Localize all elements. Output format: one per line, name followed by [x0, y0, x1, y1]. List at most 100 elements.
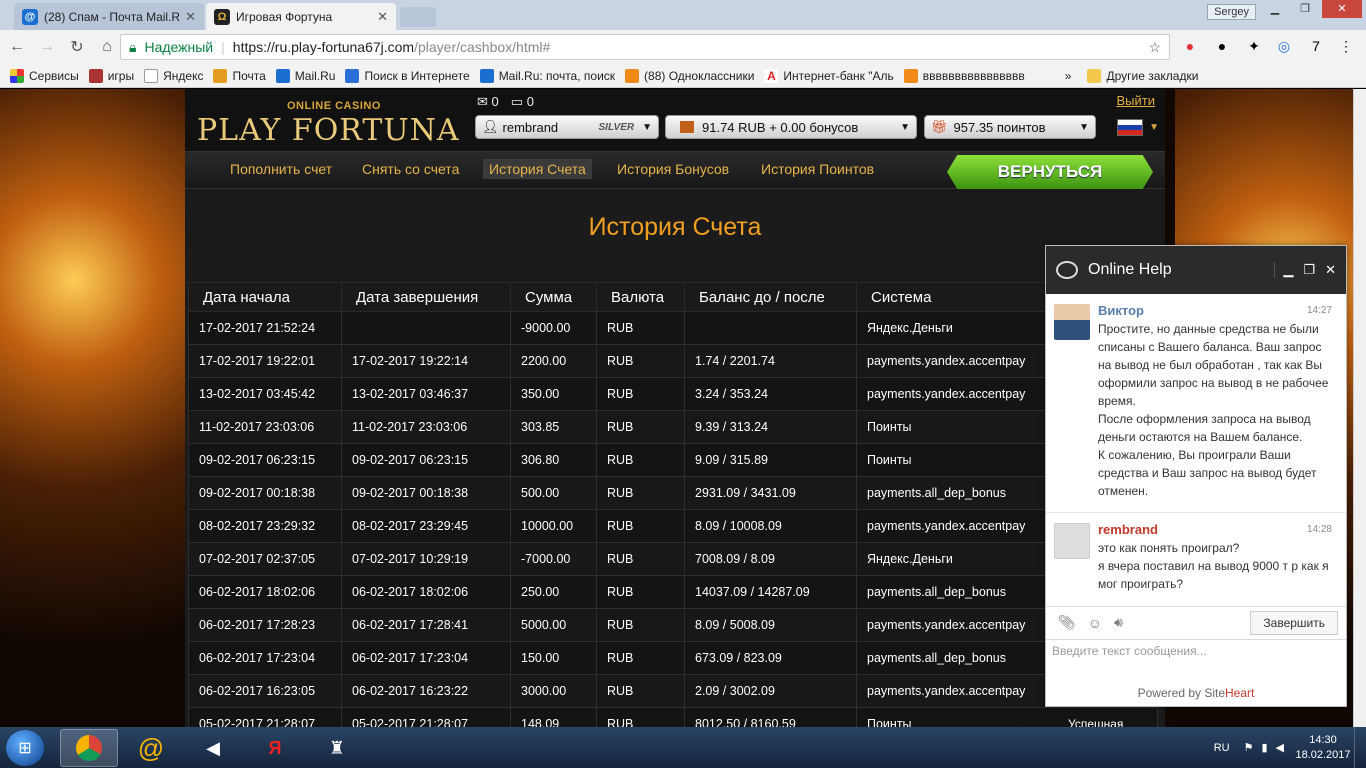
table-cell: 673.09 / 823.09: [684, 641, 857, 675]
bookmark-mailru-search[interactable]: Mail.Ru: почта, поиск: [479, 68, 615, 83]
table-cell: 500.00: [510, 476, 597, 510]
user-dropdown[interactable]: 👤︎ rembrand SILVER ▼: [475, 115, 659, 139]
bookmark-games[interactable]: игры: [88, 68, 134, 83]
nav-points-history[interactable]: История Поинтов: [761, 161, 874, 177]
extension-7-icon[interactable]: 7: [1306, 36, 1326, 56]
bookmark-ok-2[interactable]: вввввввввввввввв: [903, 68, 1049, 83]
message-author: Виктор: [1098, 303, 1144, 318]
taskbar: ⊞ @ ◀ Я ♜ RU ⚑ ▮ ◀ 14:30 18.02.2017: [0, 727, 1366, 768]
speaker-icon[interactable]: ◀: [1276, 741, 1284, 754]
tools-icon[interactable]: ✦: [1244, 36, 1264, 56]
start-button[interactable]: ⊞: [6, 730, 44, 766]
tab-fortuna[interactable]: Ω Игровая Фортуна ✕: [206, 3, 396, 30]
bookmark-mail[interactable]: Почта: [213, 68, 266, 83]
language-flag-icon[interactable]: [1117, 119, 1143, 136]
nav-deposit[interactable]: Пополнить счет: [230, 161, 332, 177]
sync-icon[interactable]: ◎: [1274, 36, 1294, 56]
forward-icon[interactable]: →: [34, 38, 60, 56]
sound-icon[interactable]: 🔊︎: [1114, 614, 1123, 631]
logout-link[interactable]: Выйти: [1117, 93, 1156, 108]
table-cell: RUB: [596, 476, 685, 510]
other-bookmarks[interactable]: Другие закладки: [1087, 68, 1198, 83]
chat-messages[interactable]: Виктор 14:27 Простите, но данные средств…: [1046, 294, 1346, 602]
bookmark-bank[interactable]: A Интернет-банк "Аль: [764, 68, 894, 83]
chrome-taskbar-icon[interactable]: [60, 729, 118, 767]
address-bar[interactable]: 🔒︎ Надежный | https://ru.play-fortuna67j…: [120, 34, 1170, 60]
table-cell: 10000.00: [510, 509, 597, 543]
table-cell: 06-02-2017 17:23:04: [341, 641, 511, 675]
smiley-icon[interactable]: ☺: [1088, 615, 1102, 631]
opera-icon[interactable]: ●: [1180, 36, 1200, 56]
minimize-icon[interactable]: ▁: [1283, 262, 1293, 278]
table-cell: RUB: [596, 377, 685, 411]
nav-account-history[interactable]: История Счета: [483, 159, 592, 179]
message-time: 14:28: [1306, 524, 1332, 535]
menu-icon[interactable]: ⋮: [1336, 36, 1356, 56]
table-cell: 11-02-2017 23:03:06: [341, 410, 511, 444]
tab-mail[interactable]: @ (28) Спам - Почта Mail.R ✕: [14, 3, 204, 30]
new-tab-button[interactable]: [400, 7, 436, 27]
close-icon[interactable]: ✕: [377, 9, 388, 25]
messages-counter[interactable]: ✉ 0: [477, 94, 499, 110]
chat-message: Виктор 14:27 Простите, но данные средств…: [1046, 294, 1346, 506]
table-row: 08-02-2017 23:29:32 08-02-2017 23:29:45 10…: [188, 509, 1158, 543]
network-icon[interactable]: ▮: [1261, 741, 1267, 754]
bookmark-search[interactable]: Поиск в Интернете: [345, 68, 470, 83]
yandex-taskbar-icon[interactable]: Я: [246, 729, 304, 767]
flag-icon[interactable]: ⚑: [1244, 741, 1254, 754]
powered-by: Powered by SiteHeart: [1137, 686, 1255, 700]
nav-withdraw[interactable]: Снять со счета: [362, 161, 459, 177]
table-cell: RUB: [596, 410, 685, 444]
table-row: 05-02-2017 21:28:07 05-02-2017 21:28:07 14…: [188, 707, 1158, 727]
reload-icon[interactable]: ↻: [64, 37, 90, 57]
popout-icon[interactable]: ❐: [1303, 262, 1315, 278]
close-icon[interactable]: ✕: [185, 9, 196, 25]
extension-icon[interactable]: ●: [1212, 36, 1232, 56]
more-bookmarks-icon[interactable]: »: [1065, 69, 1072, 83]
profile-button[interactable]: Sergey: [1207, 4, 1256, 20]
nav-bonus-history[interactable]: История Бонусов: [617, 161, 729, 177]
star-icon[interactable]: ☆: [1148, 39, 1161, 56]
chat-title: Online Help: [1088, 261, 1172, 278]
balance-dropdown[interactable]: 91.74 RUB + 0.00 бонусов ▼: [665, 115, 917, 139]
clock[interactable]: 14:30 18.02.2017: [1292, 733, 1354, 763]
chevron-down-icon[interactable]: ▼: [1149, 122, 1159, 133]
chat-counter[interactable]: ▭ 0: [511, 94, 534, 110]
end-chat-button[interactable]: Завершить: [1250, 610, 1338, 635]
show-desktop-button[interactable]: [1354, 727, 1366, 768]
minimize-icon[interactable]: ▁: [1260, 0, 1290, 18]
back-icon[interactable]: ←: [4, 38, 30, 56]
table-cell: 08-02-2017 23:29:45: [341, 509, 511, 543]
language-indicator[interactable]: RU: [1214, 742, 1230, 754]
apps-icon: [10, 68, 24, 83]
speaker-taskbar-icon[interactable]: ◀: [184, 729, 242, 767]
close-icon[interactable]: ✕: [1325, 262, 1336, 278]
site-logo[interactable]: PLAY FORTUNA: [197, 113, 460, 148]
site-container: ONLINE CASINO PLAY FORTUNA ✉ 0 ▭ 0 Выйти…: [185, 89, 1165, 727]
envelope-icon: ✉: [477, 94, 488, 109]
maximize-icon[interactable]: ❐: [1290, 0, 1320, 18]
close-window-icon[interactable]: ✕: [1322, 0, 1362, 18]
page-scrollbar[interactable]: [1353, 89, 1366, 727]
bookmark-ok[interactable]: (88) Одноклассники: [625, 68, 754, 83]
points-value: 957.35 поинтов: [953, 119, 1046, 135]
table-cell: 06-02-2017 17:23:04: [188, 641, 342, 675]
home-icon[interactable]: ⌂: [94, 38, 120, 56]
bookmark-yandex[interactable]: Яндекс: [144, 68, 203, 83]
envelope-icon: [213, 68, 228, 83]
page-icon: [144, 68, 159, 83]
chat-input[interactable]: Введите текст сообщения...: [1046, 639, 1346, 683]
history-table-wrap: Дата начала Дата завершения Сумма Валюта…: [188, 282, 1158, 727]
table-row: 07-02-2017 02:37:05 07-02-2017 10:29:19 -7…: [188, 542, 1158, 576]
table-header-row: Дата начала Дата завершения Сумма Валюта…: [188, 282, 1158, 312]
back-button[interactable]: ВЕРНУТЬСЯ: [947, 155, 1153, 189]
bookmark-services[interactable]: Сервисы: [10, 68, 79, 83]
points-dropdown[interactable]: 🎁︎ 957.35 поинтов ▼: [924, 115, 1096, 139]
bookmark-mailru[interactable]: Mail.Ru: [275, 68, 335, 83]
table-cell: 8.09 / 5008.09: [684, 608, 857, 642]
mailru-agent-taskbar-icon[interactable]: @: [122, 729, 180, 767]
attach-icon[interactable]: 📎︎: [1058, 614, 1076, 631]
table-cell: 9.09 / 315.89: [684, 443, 857, 477]
table-row: 17-02-2017 19:22:01 17-02-2017 19:22:14 22…: [188, 344, 1158, 378]
world-of-tanks-taskbar-icon[interactable]: ♜: [308, 729, 366, 767]
